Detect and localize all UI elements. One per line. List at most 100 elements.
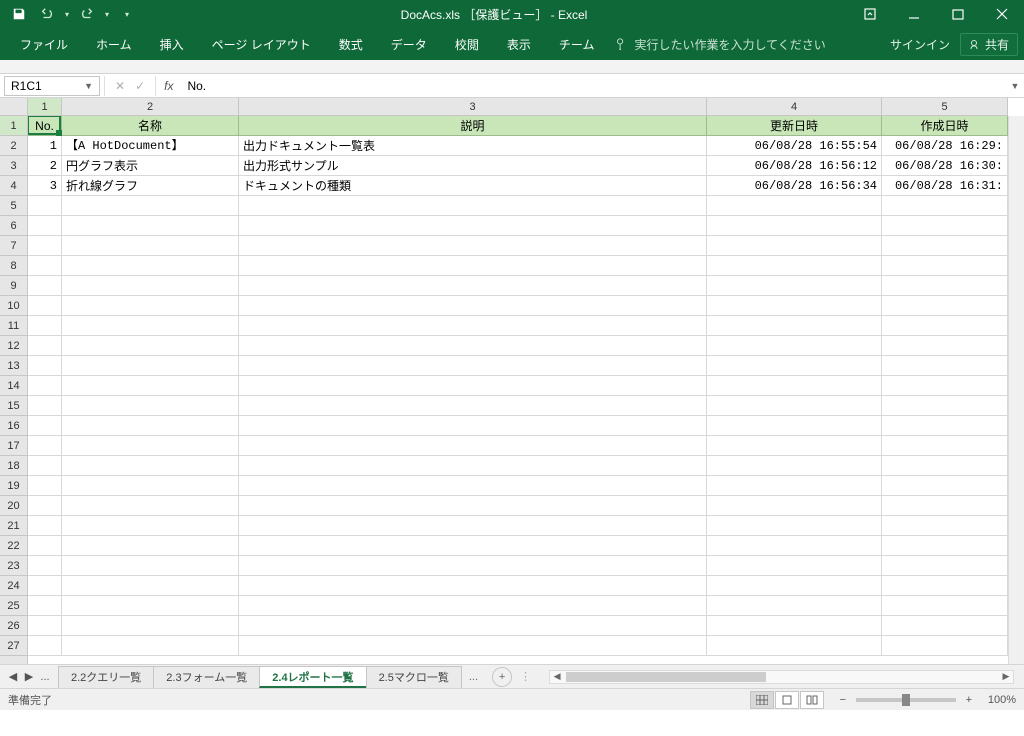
cell[interactable]: 出力ドキュメント一覧表 <box>239 136 707 156</box>
cell[interactable] <box>62 536 239 556</box>
tab-scroll-right[interactable]: ▶ <box>22 670 36 683</box>
cell[interactable] <box>707 596 882 616</box>
cell[interactable] <box>239 376 707 396</box>
cell[interactable] <box>707 256 882 276</box>
cell[interactable] <box>882 236 1008 256</box>
row-header-1[interactable]: 1 <box>0 116 27 136</box>
cell[interactable] <box>28 276 62 296</box>
cell[interactable] <box>62 316 239 336</box>
cell[interactable] <box>62 216 239 236</box>
cell[interactable] <box>28 356 62 376</box>
cell[interactable]: No. <box>28 116 62 136</box>
cell[interactable] <box>707 436 882 456</box>
row-header-12[interactable]: 12 <box>0 336 27 356</box>
hscroll-thumb[interactable] <box>566 672 766 682</box>
row-header-16[interactable]: 16 <box>0 416 27 436</box>
cell[interactable] <box>882 356 1008 376</box>
cell[interactable] <box>707 556 882 576</box>
cell[interactable] <box>28 316 62 336</box>
cell[interactable] <box>882 616 1008 636</box>
enter-formula-button[interactable]: ✓ <box>135 79 145 93</box>
cell[interactable] <box>62 256 239 276</box>
redo-dropdown[interactable]: ▾ <box>102 3 112 25</box>
view-page-break[interactable] <box>800 691 824 709</box>
cell[interactable] <box>707 576 882 596</box>
cell[interactable] <box>28 216 62 236</box>
cell[interactable] <box>62 636 239 656</box>
cell[interactable] <box>28 516 62 536</box>
cell[interactable] <box>28 256 62 276</box>
row-header-22[interactable]: 22 <box>0 536 27 556</box>
ribbon-display-options[interactable] <box>848 0 892 28</box>
cell[interactable] <box>882 636 1008 656</box>
cell[interactable] <box>882 576 1008 596</box>
cell[interactable] <box>62 616 239 636</box>
cell[interactable] <box>28 556 62 576</box>
minimize-button[interactable] <box>892 0 936 28</box>
zoom-level[interactable]: 100% <box>988 694 1016 706</box>
cell[interactable] <box>882 596 1008 616</box>
cancel-formula-button[interactable]: ✕ <box>115 79 125 93</box>
cell[interactable]: 更新日時 <box>707 116 882 136</box>
cell[interactable] <box>707 316 882 336</box>
cell[interactable] <box>882 376 1008 396</box>
cell[interactable]: 06/08/28 16:29: <box>882 136 1008 156</box>
cell[interactable] <box>62 416 239 436</box>
tab-file[interactable]: ファイル <box>6 28 82 60</box>
col-header-3[interactable]: 3 <box>239 98 707 115</box>
undo-dropdown[interactable]: ▾ <box>62 3 72 25</box>
cell[interactable] <box>28 616 62 636</box>
cell[interactable] <box>28 376 62 396</box>
cell[interactable] <box>239 316 707 336</box>
cell[interactable]: 折れ線グラフ <box>62 176 239 196</box>
row-header-27[interactable]: 27 <box>0 636 27 656</box>
cell[interactable] <box>62 236 239 256</box>
cell[interactable]: 円グラフ表示 <box>62 156 239 176</box>
cell[interactable] <box>239 636 707 656</box>
close-button[interactable] <box>980 0 1024 28</box>
cell[interactable] <box>239 496 707 516</box>
hscroll-left[interactable]: ◀ <box>550 671 564 682</box>
cell[interactable] <box>707 276 882 296</box>
formula-input[interactable] <box>181 76 1006 96</box>
cell[interactable] <box>707 216 882 236</box>
cell[interactable] <box>62 196 239 216</box>
cell[interactable]: 名称 <box>62 116 239 136</box>
cell[interactable] <box>28 196 62 216</box>
cell[interactable] <box>882 336 1008 356</box>
cell[interactable] <box>882 416 1008 436</box>
cell[interactable] <box>28 576 62 596</box>
hscroll-right[interactable]: ▶ <box>999 671 1013 682</box>
cell[interactable] <box>707 516 882 536</box>
cell[interactable]: 2 <box>28 156 62 176</box>
tab-pagelayout[interactable]: ページ レイアウト <box>198 28 325 60</box>
cell[interactable] <box>28 416 62 436</box>
row-header-2[interactable]: 2 <box>0 136 27 156</box>
cell[interactable]: 3 <box>28 176 62 196</box>
horizontal-scrollbar[interactable]: ◀ ▶ <box>549 670 1014 684</box>
cell[interactable] <box>62 456 239 476</box>
cell[interactable]: 作成日時 <box>882 116 1008 136</box>
cell[interactable] <box>707 196 882 216</box>
fx-icon[interactable]: fx <box>156 79 181 93</box>
cell[interactable] <box>239 536 707 556</box>
cell[interactable]: 説明 <box>239 116 707 136</box>
col-header-5[interactable]: 5 <box>882 98 1008 115</box>
cell[interactable] <box>62 376 239 396</box>
cell[interactable] <box>62 476 239 496</box>
zoom-thumb[interactable] <box>902 694 910 706</box>
tab-scroll-left[interactable]: ◀ <box>6 670 20 683</box>
row-header-6[interactable]: 6 <box>0 216 27 236</box>
name-box-dropdown[interactable]: ▼ <box>84 81 93 91</box>
cell[interactable] <box>239 576 707 596</box>
cell[interactable] <box>28 436 62 456</box>
sheet-tab-2[interactable]: 2.4レポート一覧 <box>259 666 366 688</box>
tabs-next-ellipsis[interactable]: ... <box>461 671 486 683</box>
cell[interactable] <box>239 256 707 276</box>
row-header-18[interactable]: 18 <box>0 456 27 476</box>
cell[interactable] <box>239 216 707 236</box>
cell[interactable] <box>239 416 707 436</box>
cell[interactable] <box>239 476 707 496</box>
redo-button[interactable] <box>74 3 100 25</box>
cell[interactable] <box>707 396 882 416</box>
